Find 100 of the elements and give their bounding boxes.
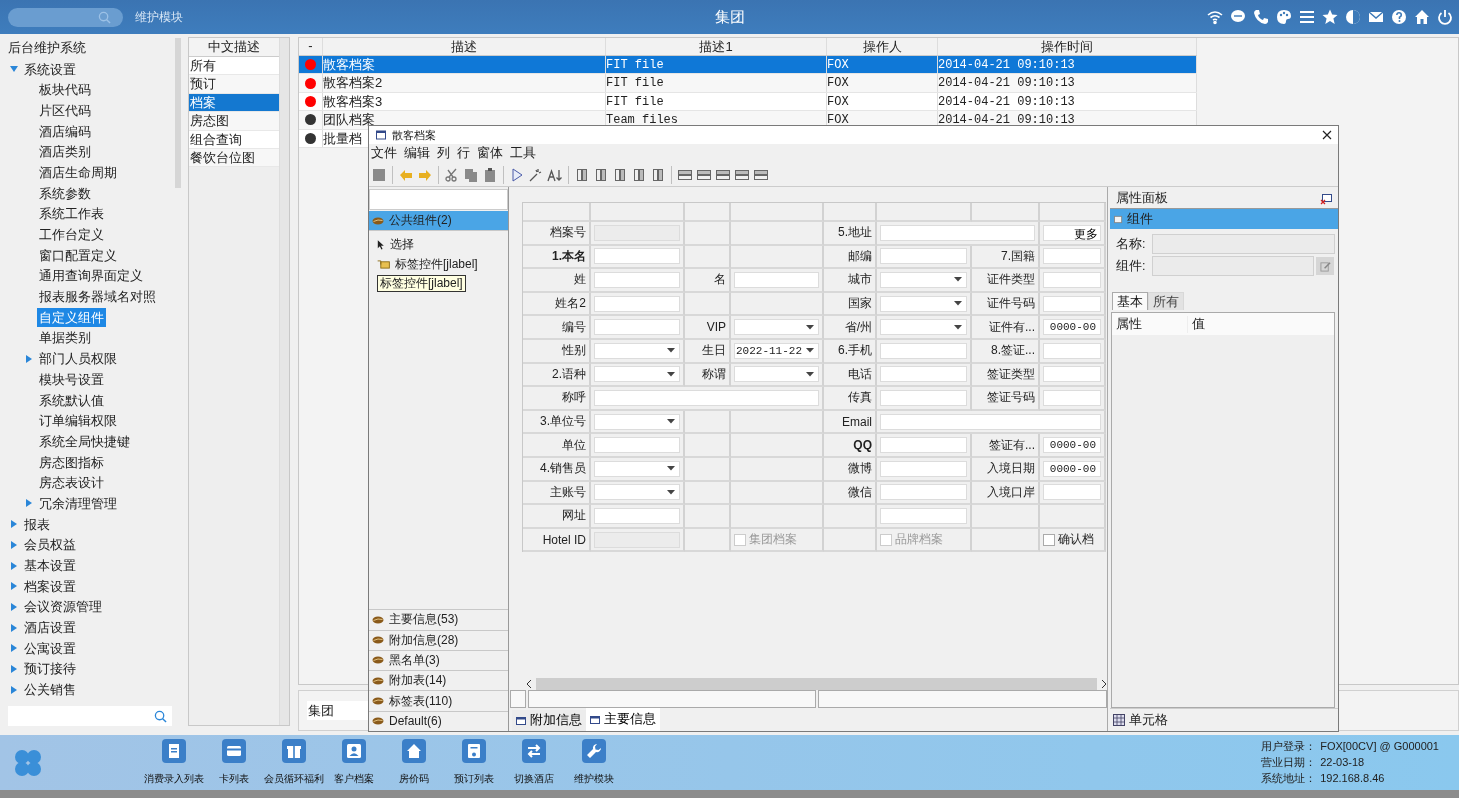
palette-item[interactable]: 标签控件[jlabel] xyxy=(377,255,508,275)
collapsed-arrow-icon[interactable] xyxy=(10,665,18,673)
tree-item[interactable]: 酒店设置 xyxy=(22,618,78,638)
collapsed-arrow-icon[interactable] xyxy=(10,602,18,611)
column-header[interactable]: 描述1 xyxy=(606,38,827,55)
wand-icon[interactable] xyxy=(528,166,544,183)
collapsed-arrow-icon[interactable] xyxy=(10,520,18,529)
menu-icon[interactable] xyxy=(1299,9,1315,25)
dropdown-field[interactable] xyxy=(880,295,967,312)
taskbar-button[interactable]: 客户档案 xyxy=(324,739,384,786)
undock-icon[interactable] xyxy=(1320,192,1332,205)
collapsed-arrow-icon[interactable] xyxy=(25,354,33,363)
scrollbar[interactable] xyxy=(175,38,181,188)
menu-item[interactable]: 工具 xyxy=(510,145,536,162)
input-field[interactable] xyxy=(1043,484,1101,501)
tree-item[interactable]: 系统默认值 xyxy=(37,390,106,410)
input-field[interactable] xyxy=(594,248,680,265)
tree-item[interactable]: 冗余清理管理 xyxy=(37,494,119,513)
menu-item[interactable]: 编辑 xyxy=(404,145,430,162)
tree-root[interactable]: 后台维护系统 xyxy=(0,38,86,59)
input-field[interactable] xyxy=(880,366,967,383)
palette-group[interactable]: Default(6) xyxy=(369,710,508,731)
tree-item[interactable]: 公关销售 xyxy=(22,680,78,700)
column-icon[interactable] xyxy=(612,166,628,183)
column-icon[interactable] xyxy=(574,166,590,183)
input-field[interactable] xyxy=(594,319,680,336)
dropdown-field[interactable] xyxy=(594,342,680,359)
tab[interactable]: 主要信息 xyxy=(586,708,660,731)
home-icon[interactable] xyxy=(1414,9,1430,25)
mail-icon[interactable] xyxy=(1368,9,1384,25)
dropdown-field[interactable] xyxy=(594,366,680,383)
tree-item[interactable]: 房态表设计 xyxy=(37,473,106,493)
scroll-right-icon[interactable] xyxy=(1101,680,1107,688)
search-field[interactable] xyxy=(8,7,123,27)
input-field[interactable] xyxy=(1043,295,1101,312)
wifi-icon[interactable] xyxy=(1207,9,1223,25)
taskbar-button[interactable]: 切换酒店 xyxy=(504,739,564,786)
tree-item[interactable]: 模块号设置 xyxy=(37,369,106,389)
tree-item[interactable]: 系统工作表 xyxy=(37,204,106,224)
taskbar-button[interactable]: 会员循环福利 xyxy=(264,739,324,786)
text-sort-icon[interactable] xyxy=(547,166,563,183)
input-field[interactable] xyxy=(880,413,1101,430)
checkbox[interactable] xyxy=(1043,533,1055,546)
input-field[interactable] xyxy=(594,437,680,454)
tree-item[interactable]: 酒店编码 xyxy=(37,121,93,141)
run-icon[interactable] xyxy=(509,166,525,183)
tree-item[interactable]: 基本设置 xyxy=(22,556,78,576)
date-field[interactable]: 0000-00 xyxy=(1043,460,1101,477)
tree-item[interactable]: 自定义组件 xyxy=(37,307,106,327)
input-field[interactable] xyxy=(1152,234,1335,254)
tree-item[interactable]: 片区代码 xyxy=(37,100,93,120)
input-field[interactable] xyxy=(880,484,967,501)
palette-group[interactable]: 附加信息(28) xyxy=(369,629,508,650)
collapsed-arrow-icon[interactable] xyxy=(25,499,33,508)
taskbar-button[interactable]: 消费录入列表 xyxy=(144,739,204,786)
palette-group[interactable]: 标签表(110) xyxy=(369,690,508,711)
column-header[interactable]: 描述 xyxy=(323,38,606,55)
power-icon[interactable] xyxy=(1437,9,1453,25)
column-header[interactable]: 操作人 xyxy=(827,38,938,55)
phone-icon[interactable] xyxy=(1253,9,1269,25)
column-header[interactable]: 操作时间 xyxy=(938,38,1197,55)
expanded-arrow-icon[interactable] xyxy=(10,65,18,74)
tree-item[interactable]: 单据类别 xyxy=(37,328,93,348)
tree-item[interactable]: 会议资源管理 xyxy=(22,597,104,617)
tab[interactable]: 所有 xyxy=(1148,292,1184,310)
search-field[interactable] xyxy=(8,706,172,726)
tree-item[interactable]: 房态图指标 xyxy=(37,452,106,472)
menu-item[interactable]: 文件 xyxy=(371,145,397,162)
palette-icon[interactable] xyxy=(1276,9,1292,25)
input-field[interactable] xyxy=(1043,272,1101,288)
input-field[interactable] xyxy=(880,389,967,406)
tree-item[interactable]: 报表服务器域名对照 xyxy=(37,287,158,307)
more-button[interactable]: 更多 xyxy=(1043,224,1101,241)
dropdown-field[interactable] xyxy=(594,413,680,430)
category-item[interactable]: 预订 xyxy=(189,75,279,94)
help-icon[interactable] xyxy=(1391,9,1407,25)
search-field[interactable] xyxy=(369,189,508,210)
taskbar-button[interactable]: 卡列表 xyxy=(204,739,264,786)
input-field[interactable] xyxy=(1043,248,1101,265)
scrollbar[interactable] xyxy=(280,38,289,725)
dropdown-field[interactable] xyxy=(594,460,680,477)
tree-item[interactable]: 板块代码 xyxy=(37,80,93,100)
column-icon[interactable] xyxy=(631,166,647,183)
input-field[interactable] xyxy=(880,507,967,524)
menu-item[interactable]: 行 xyxy=(457,145,470,162)
table-row[interactable]: 散客档案 FIT file FOX 2014-04-21 09:10:13 xyxy=(299,56,1197,75)
input-field[interactable] xyxy=(1152,256,1314,276)
tree-item[interactable]: 系统参数 xyxy=(37,183,93,203)
menu-item[interactable]: 窗体 xyxy=(477,145,503,162)
tree-item[interactable]: 工作台定义 xyxy=(37,225,106,245)
input-field[interactable] xyxy=(880,342,967,359)
taskbar-button[interactable]: 维护模块 xyxy=(564,739,624,786)
stop-icon[interactable] xyxy=(371,166,387,183)
search-icon[interactable] xyxy=(154,709,167,723)
paste-icon[interactable] xyxy=(482,166,498,183)
input-field[interactable] xyxy=(594,507,680,524)
close-icon[interactable] xyxy=(1322,130,1332,140)
column-icon[interactable] xyxy=(593,166,609,183)
tab[interactable]: 基本 xyxy=(1112,292,1148,310)
tree-item[interactable]: 订单编辑权限 xyxy=(37,411,119,431)
